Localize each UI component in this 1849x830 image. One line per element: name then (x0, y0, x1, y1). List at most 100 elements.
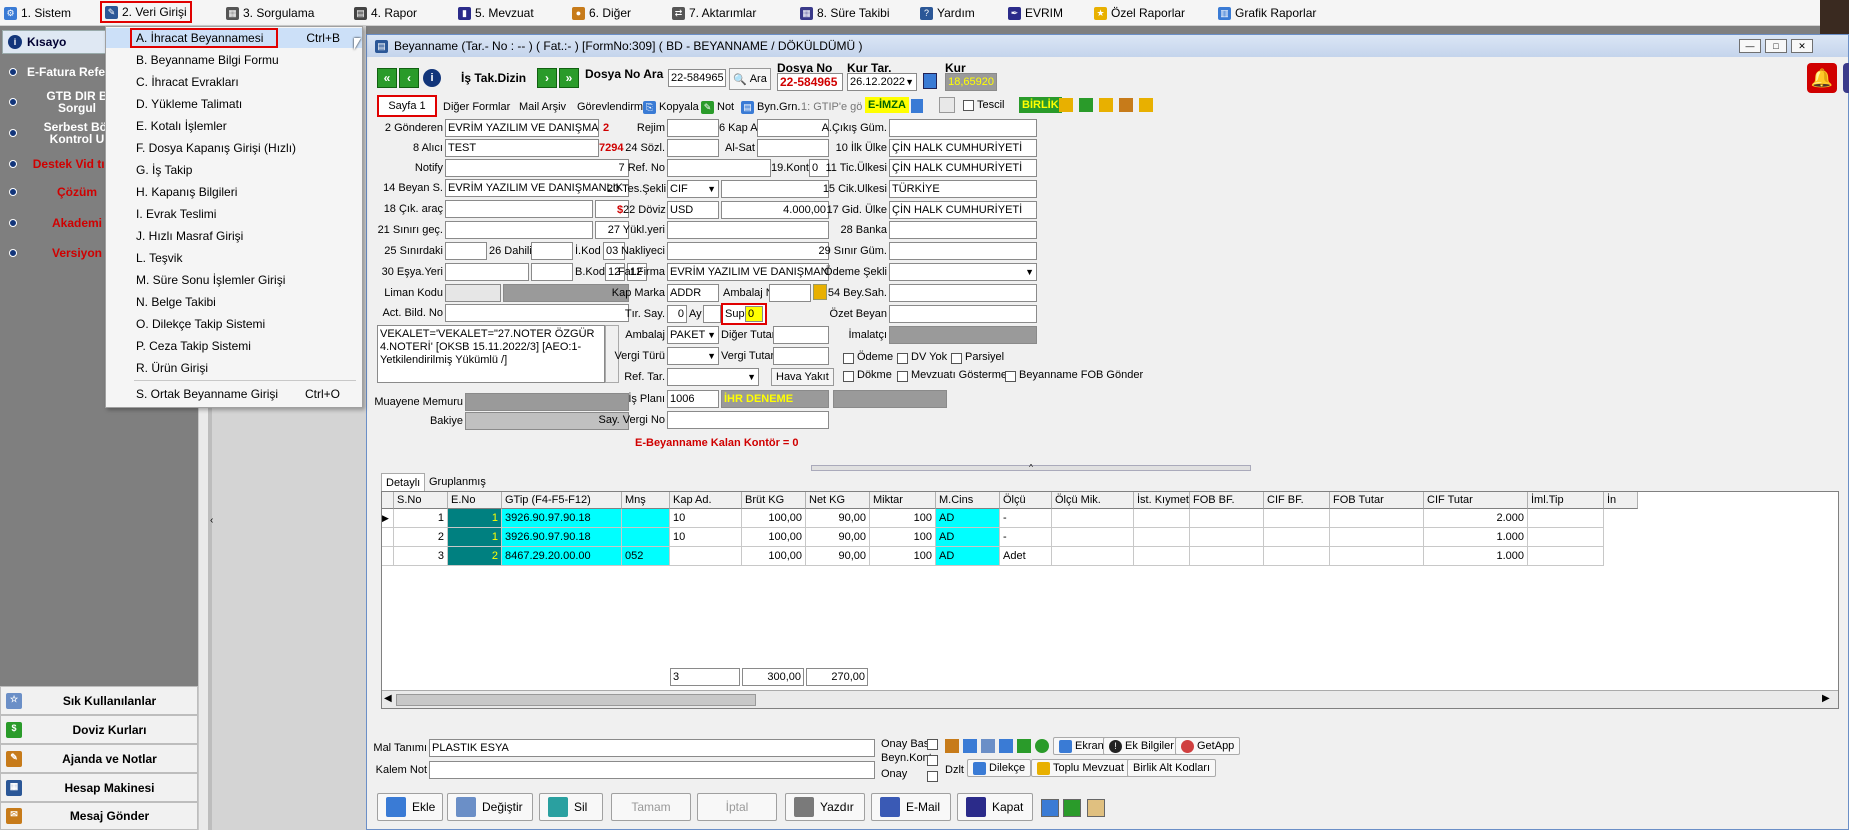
menu-item-kapanis-bilgileri[interactable]: H. Kapanış Bilgileri (106, 182, 362, 202)
ozet-beyan-field[interactable] (889, 305, 1037, 323)
grid-cell-net[interactable]: 90,00 (806, 528, 870, 547)
info-icon[interactable]: i (423, 69, 441, 87)
grid-cell-mns[interactable] (622, 528, 670, 547)
rejim-field[interactable] (667, 119, 719, 137)
people-icon[interactable] (945, 739, 959, 753)
grid-cell-miktar[interactable]: 100 (870, 528, 936, 547)
grid-cell-brut[interactable]: 100,00 (742, 509, 806, 528)
excel-icon[interactable] (1017, 739, 1031, 753)
yuk-yeri-field[interactable] (667, 221, 829, 239)
delete-button[interactable]: Sil (539, 793, 603, 821)
grid-cell-miktar[interactable]: 100 (870, 547, 936, 566)
attachment-icon[interactable] (1087, 799, 1105, 817)
grid-cell-gtip[interactable]: 8467.29.20.00.00 (502, 547, 622, 566)
ref-tar-select[interactable]: ▼ (667, 368, 759, 386)
minimize-button[interactable]: — (1739, 39, 1761, 53)
close-button[interactable]: ✕ (1791, 39, 1813, 53)
fob-gonder-checkbox[interactable] (1005, 371, 1016, 382)
sup-field[interactable]: 0 (745, 306, 763, 322)
grid-cell-fob-bf[interactable] (1190, 509, 1264, 528)
grid-cell-brut[interactable]: 100,00 (742, 547, 806, 566)
menu-item-ihracat-evraklari[interactable]: C. İhracat Evrakları (106, 72, 362, 92)
column-header-ist-kiymet[interactable]: İst. Kıymet (1134, 492, 1190, 509)
menu-mevzuat[interactable]: ▮ 5. Mevzuat (458, 2, 534, 24)
column-header-fob-tutar[interactable]: FOB Tutar (1330, 492, 1424, 509)
grid-cell-sno[interactable]: 1 (394, 509, 448, 528)
menu-item-dosya-kapanis[interactable]: F. Dosya Kapanış Girişi (Hızlı) (106, 138, 362, 158)
dosya-no-search-input[interactable]: 22-584965 (668, 69, 726, 87)
odeme-sekli-select[interactable]: ▼ (889, 263, 1037, 281)
cancel-button[interactable]: İptal (697, 793, 777, 821)
menu-item-ceza-takip[interactable]: P. Ceza Takip Sistemi (106, 336, 362, 356)
scroll-right-icon[interactable]: ▶ (1822, 693, 1830, 704)
doviz-field[interactable]: USD (667, 201, 719, 219)
collapse-arrow-icon[interactable]: ‹ (210, 515, 213, 526)
grid-cell-brut[interactable]: 100,00 (742, 528, 806, 547)
column-header-mns[interactable]: Mnş (622, 492, 670, 509)
grid-cell-gtip[interactable]: 3926.90.97.90.18 (502, 509, 622, 528)
column-header-gtip[interactable]: GTip (F4-F5-F12) (502, 492, 622, 509)
birlik-alt-kodlari-button[interactable]: Birlik Alt Kodları (1127, 759, 1217, 777)
menu-item-beyanname-bilgi-formu[interactable]: B. Beyanname Bilgi Formu (106, 50, 362, 70)
grid-hscrollbar[interactable]: ◀ ▶ (382, 690, 1838, 708)
gonderen-field[interactable]: EVRİM YAZILIM VE DANIŞMANLIK L (445, 119, 599, 137)
grid-cell-cif-tutar[interactable]: 1.000 (1424, 528, 1528, 547)
esya-yeri-field[interactable] (445, 263, 529, 281)
notify-field[interactable] (445, 159, 629, 177)
grid-cell-ist-kiymet[interactable] (1134, 547, 1190, 566)
folder-open-icon[interactable] (1099, 98, 1113, 112)
sinir-gum-field[interactable] (889, 242, 1037, 260)
people-icon[interactable] (1119, 98, 1133, 112)
document-icon[interactable] (963, 739, 977, 753)
note-button[interactable]: ✎ Not (701, 96, 734, 118)
sidebar-button-message[interactable]: ✉ Mesaj Gönder (0, 802, 198, 830)
sidebar-button-exchange[interactable]: $ Doviz Kurları (0, 715, 198, 744)
dosya-no-field[interactable]: 22-584965 (777, 73, 843, 91)
print-icon[interactable] (999, 739, 1013, 753)
sidebar-button-favorites[interactable]: ☆ Sık Kullanılanlar (0, 686, 198, 715)
ok-button[interactable]: Tamam (611, 793, 691, 821)
document-icon[interactable] (1041, 799, 1059, 817)
sidebar-button-calculator[interactable]: ▦ Hesap Makinesi (0, 773, 198, 802)
menu-item-is-takip[interactable]: G. İş Takip (106, 160, 362, 180)
grid-cell-net[interactable]: 90,00 (806, 509, 870, 528)
column-header-olcu[interactable]: Ölçü (1000, 492, 1052, 509)
ambalaj-select[interactable]: PAKET ▼ (667, 326, 719, 344)
last-record-icon[interactable]: » (559, 68, 579, 88)
grid-cell-eno[interactable]: 2 (448, 547, 502, 566)
grid-cell-iml-tip[interactable] (1528, 528, 1604, 547)
birlik-button[interactable]: BİRLİK (1019, 97, 1062, 113)
menu-ozel-raporlar[interactable]: ★ Özel Raporlar (1094, 2, 1185, 24)
grid-cell-olcu[interactable]: - (1000, 509, 1052, 528)
maximize-button[interactable]: □ (1765, 39, 1787, 53)
cik-arac-field[interactable] (445, 200, 593, 218)
menu-sure-takibi[interactable]: ▦ 8. Süre Takibi (800, 2, 890, 24)
ilk-ulke-field[interactable]: ÇİN HALK CUMHURİYETİ (889, 139, 1037, 157)
hava-yakit-button[interactable]: Hava Yakıt (771, 368, 834, 386)
menu-item-yukleme-talimati[interactable]: D. Yükleme Talimatı (106, 94, 362, 114)
column-header-mcins[interactable]: M.Cins (936, 492, 1000, 509)
grid-cell-kap[interactable]: 10 (670, 528, 742, 547)
alarm-bell-icon[interactable]: 🔔 (1807, 63, 1837, 93)
menu-sorgulama[interactable]: ▦ 3. Sorgulama (226, 2, 314, 24)
is-plani-field[interactable]: 1006 (667, 390, 719, 408)
menu-item-kotali-islemler[interactable]: E. Kotalı İşlemler (106, 116, 362, 136)
grid-cell-cif-tutar[interactable]: 1.000 (1424, 547, 1528, 566)
menu-item-ortak-beyanname[interactable]: S. Ortak Beyanname Girişi Ctrl+O (106, 384, 362, 404)
column-header-eno[interactable]: E.No (448, 492, 502, 509)
dv-yok-checkbox[interactable] (897, 353, 908, 364)
grid-cell-fob-tutar[interactable] (1330, 528, 1424, 547)
say-vergi-field[interactable] (667, 411, 829, 429)
vergi-turu-select[interactable]: ▼ (667, 347, 719, 365)
sinir-gec-field[interactable] (445, 221, 593, 239)
tab-detayli[interactable]: Detaylı (381, 473, 426, 491)
grid-cell-mcins[interactable]: AD (936, 528, 1000, 547)
grid-cell-sno[interactable]: 2 (394, 528, 448, 547)
grid-cell-cif-tutar[interactable]: 2.000 (1424, 509, 1528, 528)
menu-item-dilekce-takip[interactable]: O. Dilekçe Takip Sistemi (106, 314, 362, 334)
column-header-olcu-mik[interactable]: Ölçü Mik. (1052, 492, 1134, 509)
gtip-select[interactable]: 1: GTIP'e gö (801, 96, 862, 118)
calendar-icon[interactable] (923, 73, 937, 89)
cikis-gum-field[interactable] (889, 119, 1037, 137)
note-textarea[interactable]: VEKALET='VEKALET="27.NOTER ÖZGÜR 4.NOTER… (377, 325, 605, 383)
